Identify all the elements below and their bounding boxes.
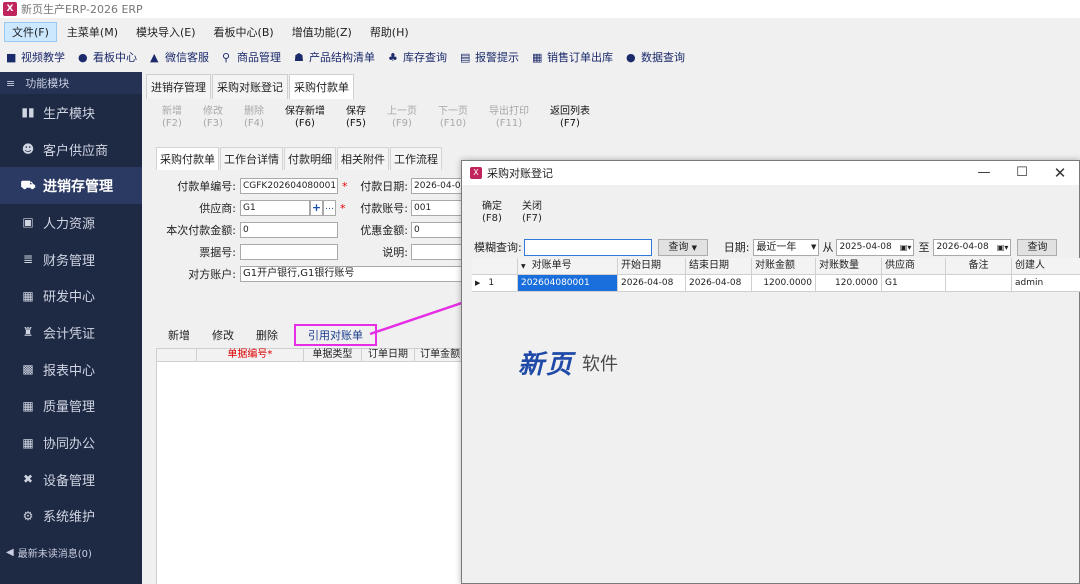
dialog-actions: 确定 (F8) 关闭 (F7) (482, 201, 562, 225)
brand-main: 新页 (518, 350, 575, 380)
col-creator[interactable]: 创建人 (1012, 258, 1080, 275)
cell-statement-no[interactable]: 202604080001 (518, 275, 618, 292)
col-statement-no[interactable]: ▼ 对账单号 (518, 258, 618, 275)
reconcile-dialog: X 采购对账登记 — ☐ ✕ 确定 (F8) 关闭 (F7) 模糊查询: 查询 ▼ … (461, 160, 1080, 584)
close-button[interactable]: 关闭 (F7) (522, 201, 542, 225)
maximize-icon[interactable]: ☐ (1003, 161, 1041, 185)
date-range-select[interactable]: 最近一年 ▼ (753, 238, 820, 256)
col-amount[interactable]: 对账金额 (752, 258, 816, 275)
query-button[interactable]: 查询 ▼ (657, 238, 708, 256)
cell-end-date[interactable]: 2026-04-08 (686, 275, 752, 292)
from-date-picker[interactable]: 2025-04-08 ▣▾ (836, 238, 915, 256)
query-button-2[interactable]: 查询 (1017, 238, 1058, 256)
fuzzy-label: 模糊查询: (474, 241, 522, 254)
brand-watermark: 新页 软件 (518, 344, 618, 381)
cell-note[interactable] (946, 275, 1012, 292)
cell-supplier[interactable]: G1 (882, 275, 946, 292)
confirm-button[interactable]: 确定 (F8) (482, 201, 502, 225)
row-indicator: ▶ 1 (472, 275, 518, 292)
close-icon[interactable]: ✕ (1041, 161, 1079, 185)
sort-icon: ▼ (521, 263, 526, 270)
col-end-date[interactable]: 结束日期 (686, 258, 752, 275)
dialog-filter-bar: 模糊查询: 查询 ▼ 日期: 最近一年 ▼ 从 2025-04-08 ▣▾ 至 20… (474, 237, 1080, 257)
col-start-date[interactable]: 开始日期 (618, 258, 686, 275)
to-label: 至 (918, 241, 930, 254)
fuzzy-search-input[interactable] (523, 238, 652, 256)
minimize-icon[interactable]: — (965, 161, 1003, 185)
reconcile-grid: ▼ 对账单号 开始日期 结束日期 对账金额 对账数量 供应商 备注 创建人 ▶ 1 … (472, 258, 1080, 292)
grid-header-row: ▼ 对账单号 开始日期 结束日期 对账金额 对账数量 供应商 备注 创建人 (472, 258, 1080, 275)
to-date-picker[interactable]: 2026-04-08 ▣▾ (933, 238, 1012, 256)
cell-amount[interactable]: 1200.0000 (752, 275, 816, 292)
col-supplier[interactable]: 供应商 (882, 258, 946, 275)
cell-creator[interactable]: admin (1012, 275, 1080, 292)
col-quantity[interactable]: 对账数量 (816, 258, 882, 275)
chevron-down-icon: ▼ (811, 242, 817, 251)
calendar-icon: ▣▾ (899, 242, 912, 252)
dialog-title: 采购对账登记 (487, 167, 553, 180)
from-label: 从 (822, 241, 834, 254)
col-note[interactable]: 备注 (946, 258, 1012, 275)
date-label: 日期: (723, 241, 750, 254)
dropdown-icon: ▼ (691, 243, 697, 252)
brand-sub: 软件 (582, 353, 619, 375)
table-row[interactable]: ▶ 1 202604080001 2026-04-08 2026-04-08 12… (472, 275, 1080, 292)
app-logo-icon: X (470, 167, 482, 179)
cell-quantity[interactable]: 120.0000 (816, 275, 882, 292)
row-header-corner (472, 258, 518, 275)
row-pointer-icon: ▶ (475, 279, 481, 287)
dialog-titlebar: X 采购对账登记 — ☐ ✕ (462, 161, 1079, 185)
calendar-icon: ▣▾ (996, 242, 1009, 252)
cell-start-date[interactable]: 2026-04-08 (618, 275, 686, 292)
